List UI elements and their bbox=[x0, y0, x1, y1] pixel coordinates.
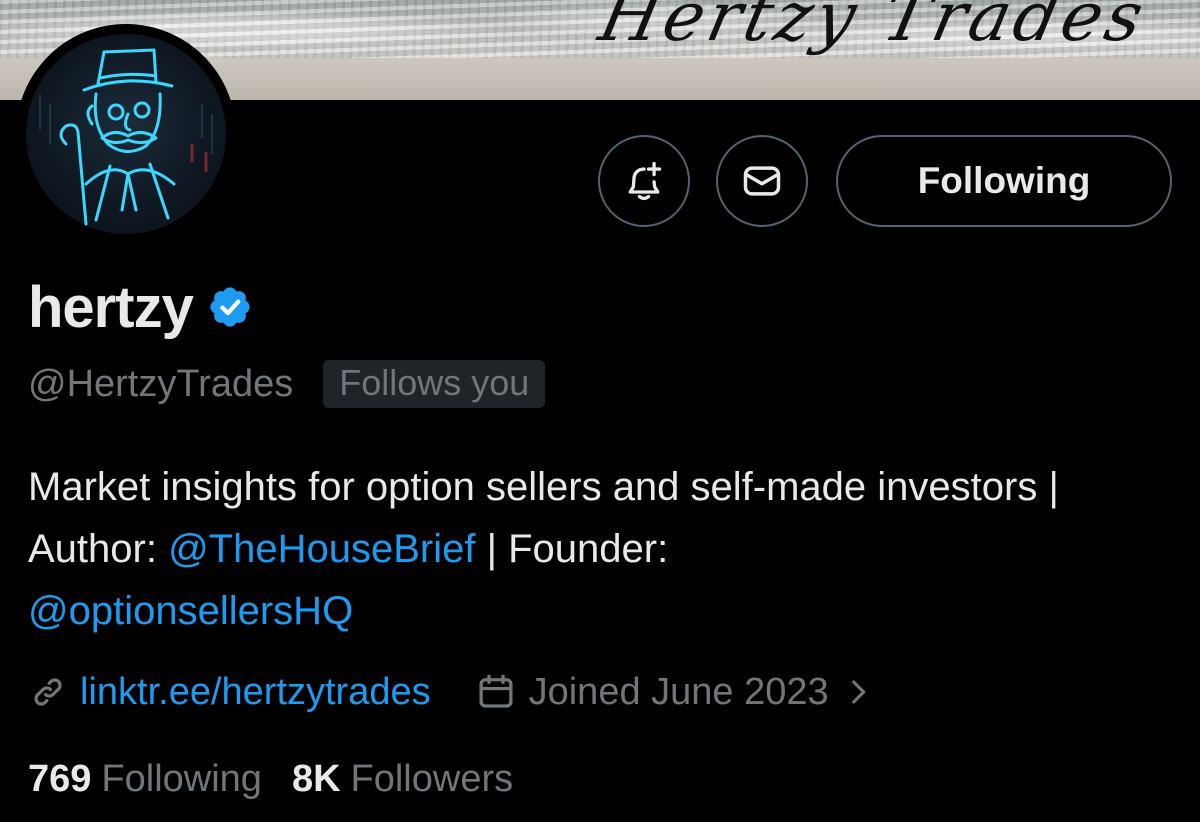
profile-bio: Market insights for option sellers and s… bbox=[28, 456, 1178, 642]
handle-row: @HertzyTrades Follows you bbox=[28, 357, 546, 411]
profile-website-link[interactable]: linktr.ee/hertzytrades bbox=[80, 671, 431, 714]
display-name: hertzy bbox=[28, 274, 194, 340]
profile-name-row: hertzy bbox=[28, 270, 253, 344]
bio-text: | Founder: bbox=[475, 527, 669, 571]
following-button[interactable]: Following bbox=[836, 135, 1172, 227]
link-icon bbox=[34, 678, 62, 706]
followers-stat[interactable]: 8K Followers bbox=[292, 758, 513, 801]
following-count: 769 bbox=[28, 757, 92, 800]
joined-date[interactable]: Joined June 2023 bbox=[475, 671, 875, 714]
bell-plus-icon bbox=[628, 161, 662, 201]
bio-mention-thehousebrief[interactable]: @TheHouseBrief bbox=[168, 527, 475, 571]
follows-you-badge: Follows you bbox=[323, 360, 546, 408]
joined-date-label: Joined June 2023 bbox=[528, 670, 829, 713]
verified-badge-icon[interactable] bbox=[207, 284, 253, 330]
avatar-image bbox=[26, 34, 226, 234]
notifications-button[interactable] bbox=[598, 135, 690, 227]
calendar-icon bbox=[479, 674, 513, 708]
following-stat[interactable]: 769 Following bbox=[28, 758, 262, 801]
monopoly-man-neon-icon bbox=[39, 48, 213, 226]
banner-script-text: Hertzy Trades bbox=[592, 0, 1154, 57]
following-label: Following bbox=[101, 757, 262, 800]
profile-handle: @HertzyTrades bbox=[28, 362, 294, 405]
followers-label: Followers bbox=[350, 757, 514, 800]
profile-meta-row: linktr.ee/hertzytrades Joined June 2023 bbox=[28, 664, 875, 720]
followers-count: 8K bbox=[291, 757, 341, 800]
message-button[interactable] bbox=[716, 135, 808, 227]
profile-page: Hertzy Trades Following hertzy @HertzyTr… bbox=[0, 0, 1200, 822]
profile-stats: 769 Following 8K Followers bbox=[28, 752, 513, 806]
envelope-icon bbox=[743, 166, 781, 196]
bio-mention-optionsellershq[interactable]: @optionsellersHQ bbox=[28, 589, 353, 633]
chevron-right-icon bbox=[851, 680, 865, 704]
avatar[interactable] bbox=[16, 24, 236, 244]
